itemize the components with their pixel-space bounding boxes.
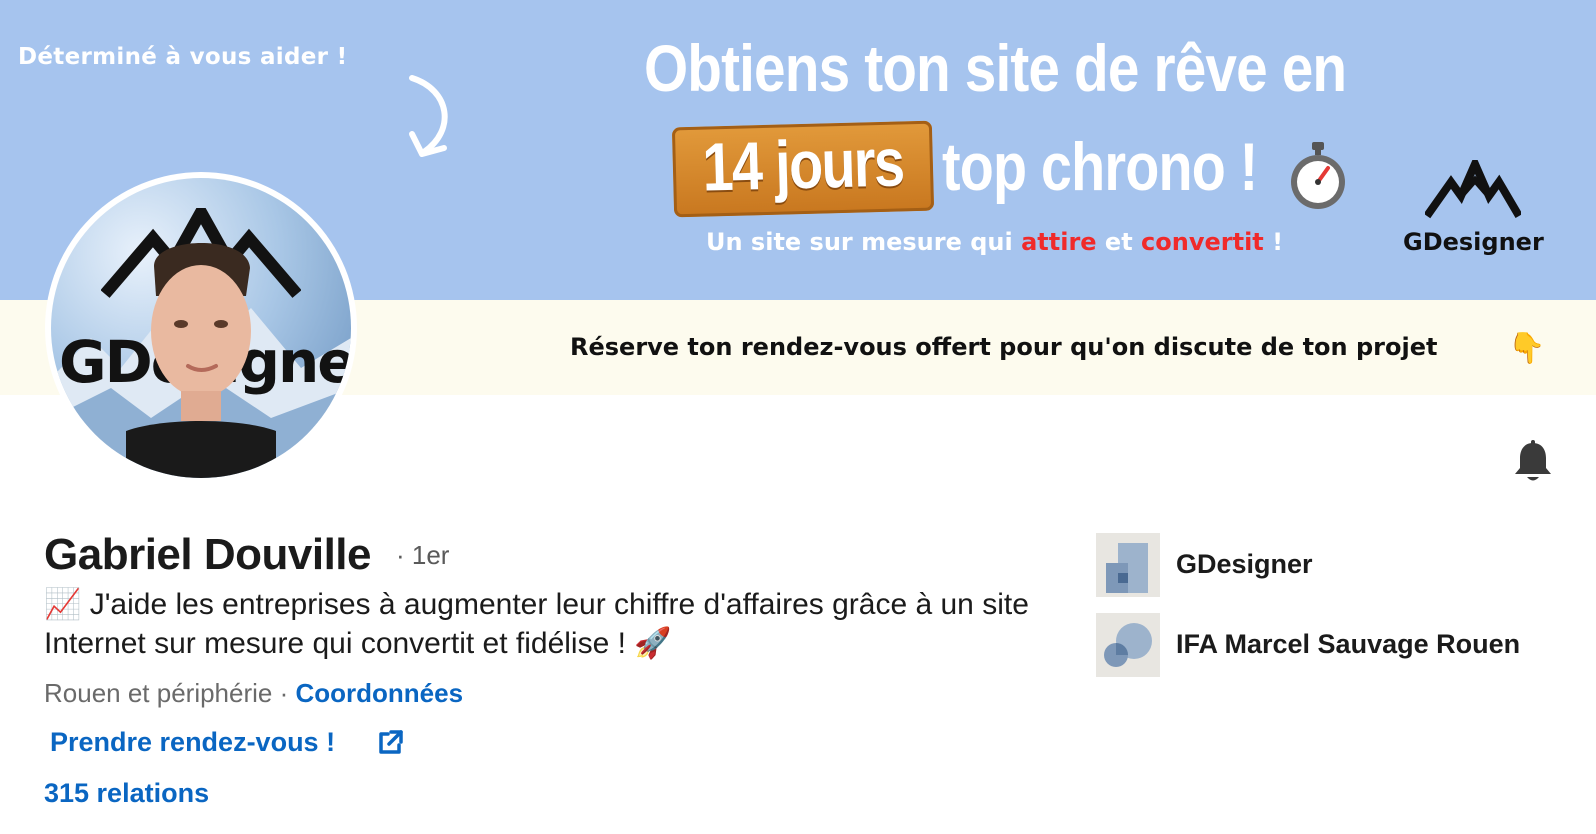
brand-logo: GDesigner — [1403, 160, 1544, 270]
profile-name: Gabriel Douville — [44, 530, 371, 579]
connection-degree: · 1er — [396, 540, 450, 570]
booking-link[interactable]: Prendre rendez-vous ! — [50, 727, 335, 758]
external-link-icon[interactable] — [376, 729, 404, 757]
school-logo-placeholder-icon — [1096, 613, 1160, 677]
mountain-logo-icon — [1425, 160, 1521, 219]
banner-highlight-badge: 14 jours — [671, 120, 935, 218]
org-item-gdesigner[interactable]: GDesigner — [1096, 533, 1576, 597]
profile-location: Rouen et périphérie — [44, 678, 273, 708]
company-logo-placeholder-icon — [1096, 533, 1160, 597]
contact-info-link[interactable]: Coordonnées — [296, 678, 464, 708]
org-item-school[interactable]: IFA Marcel Sauvage Rouen — [1096, 613, 1576, 677]
profile-headline: 📈 J'aide les entreprises à augmenter leu… — [44, 588, 1029, 660]
banner-highlight-text: 14 jours — [701, 124, 905, 206]
profile-avatar[interactable]: GDesigner — [45, 172, 357, 484]
avatar-photo: GDesigner — [51, 178, 351, 478]
bell-icon[interactable] — [1512, 440, 1554, 484]
banner-tagline: Déterminé à vous aider ! — [18, 44, 348, 70]
stopwatch-icon — [1291, 142, 1345, 209]
curved-arrow-icon — [409, 75, 448, 157]
banner-headline: Obtiens ton site de rêve en — [644, 31, 1347, 105]
org-name: IFA Marcel Sauvage Rouen — [1176, 629, 1521, 659]
brand-name: GDesigner — [1403, 228, 1544, 256]
banner-subline: Un site sur mesure qui attire et convert… — [706, 228, 1284, 256]
location-separator: · — [272, 678, 296, 708]
banner-headline-rest: top chrono ! — [942, 129, 1258, 205]
person-silhouette — [126, 243, 276, 478]
connections-count-link[interactable]: 315 relations — [44, 778, 209, 809]
location-row: Rouen et périphérie · Coordonnées — [44, 678, 463, 709]
org-name: GDesigner — [1176, 549, 1313, 579]
banner-cta: Réserve ton rendez-vous offert pour qu'o… — [570, 333, 1438, 361]
pointing-down-icon: 👇 — [1508, 332, 1546, 365]
